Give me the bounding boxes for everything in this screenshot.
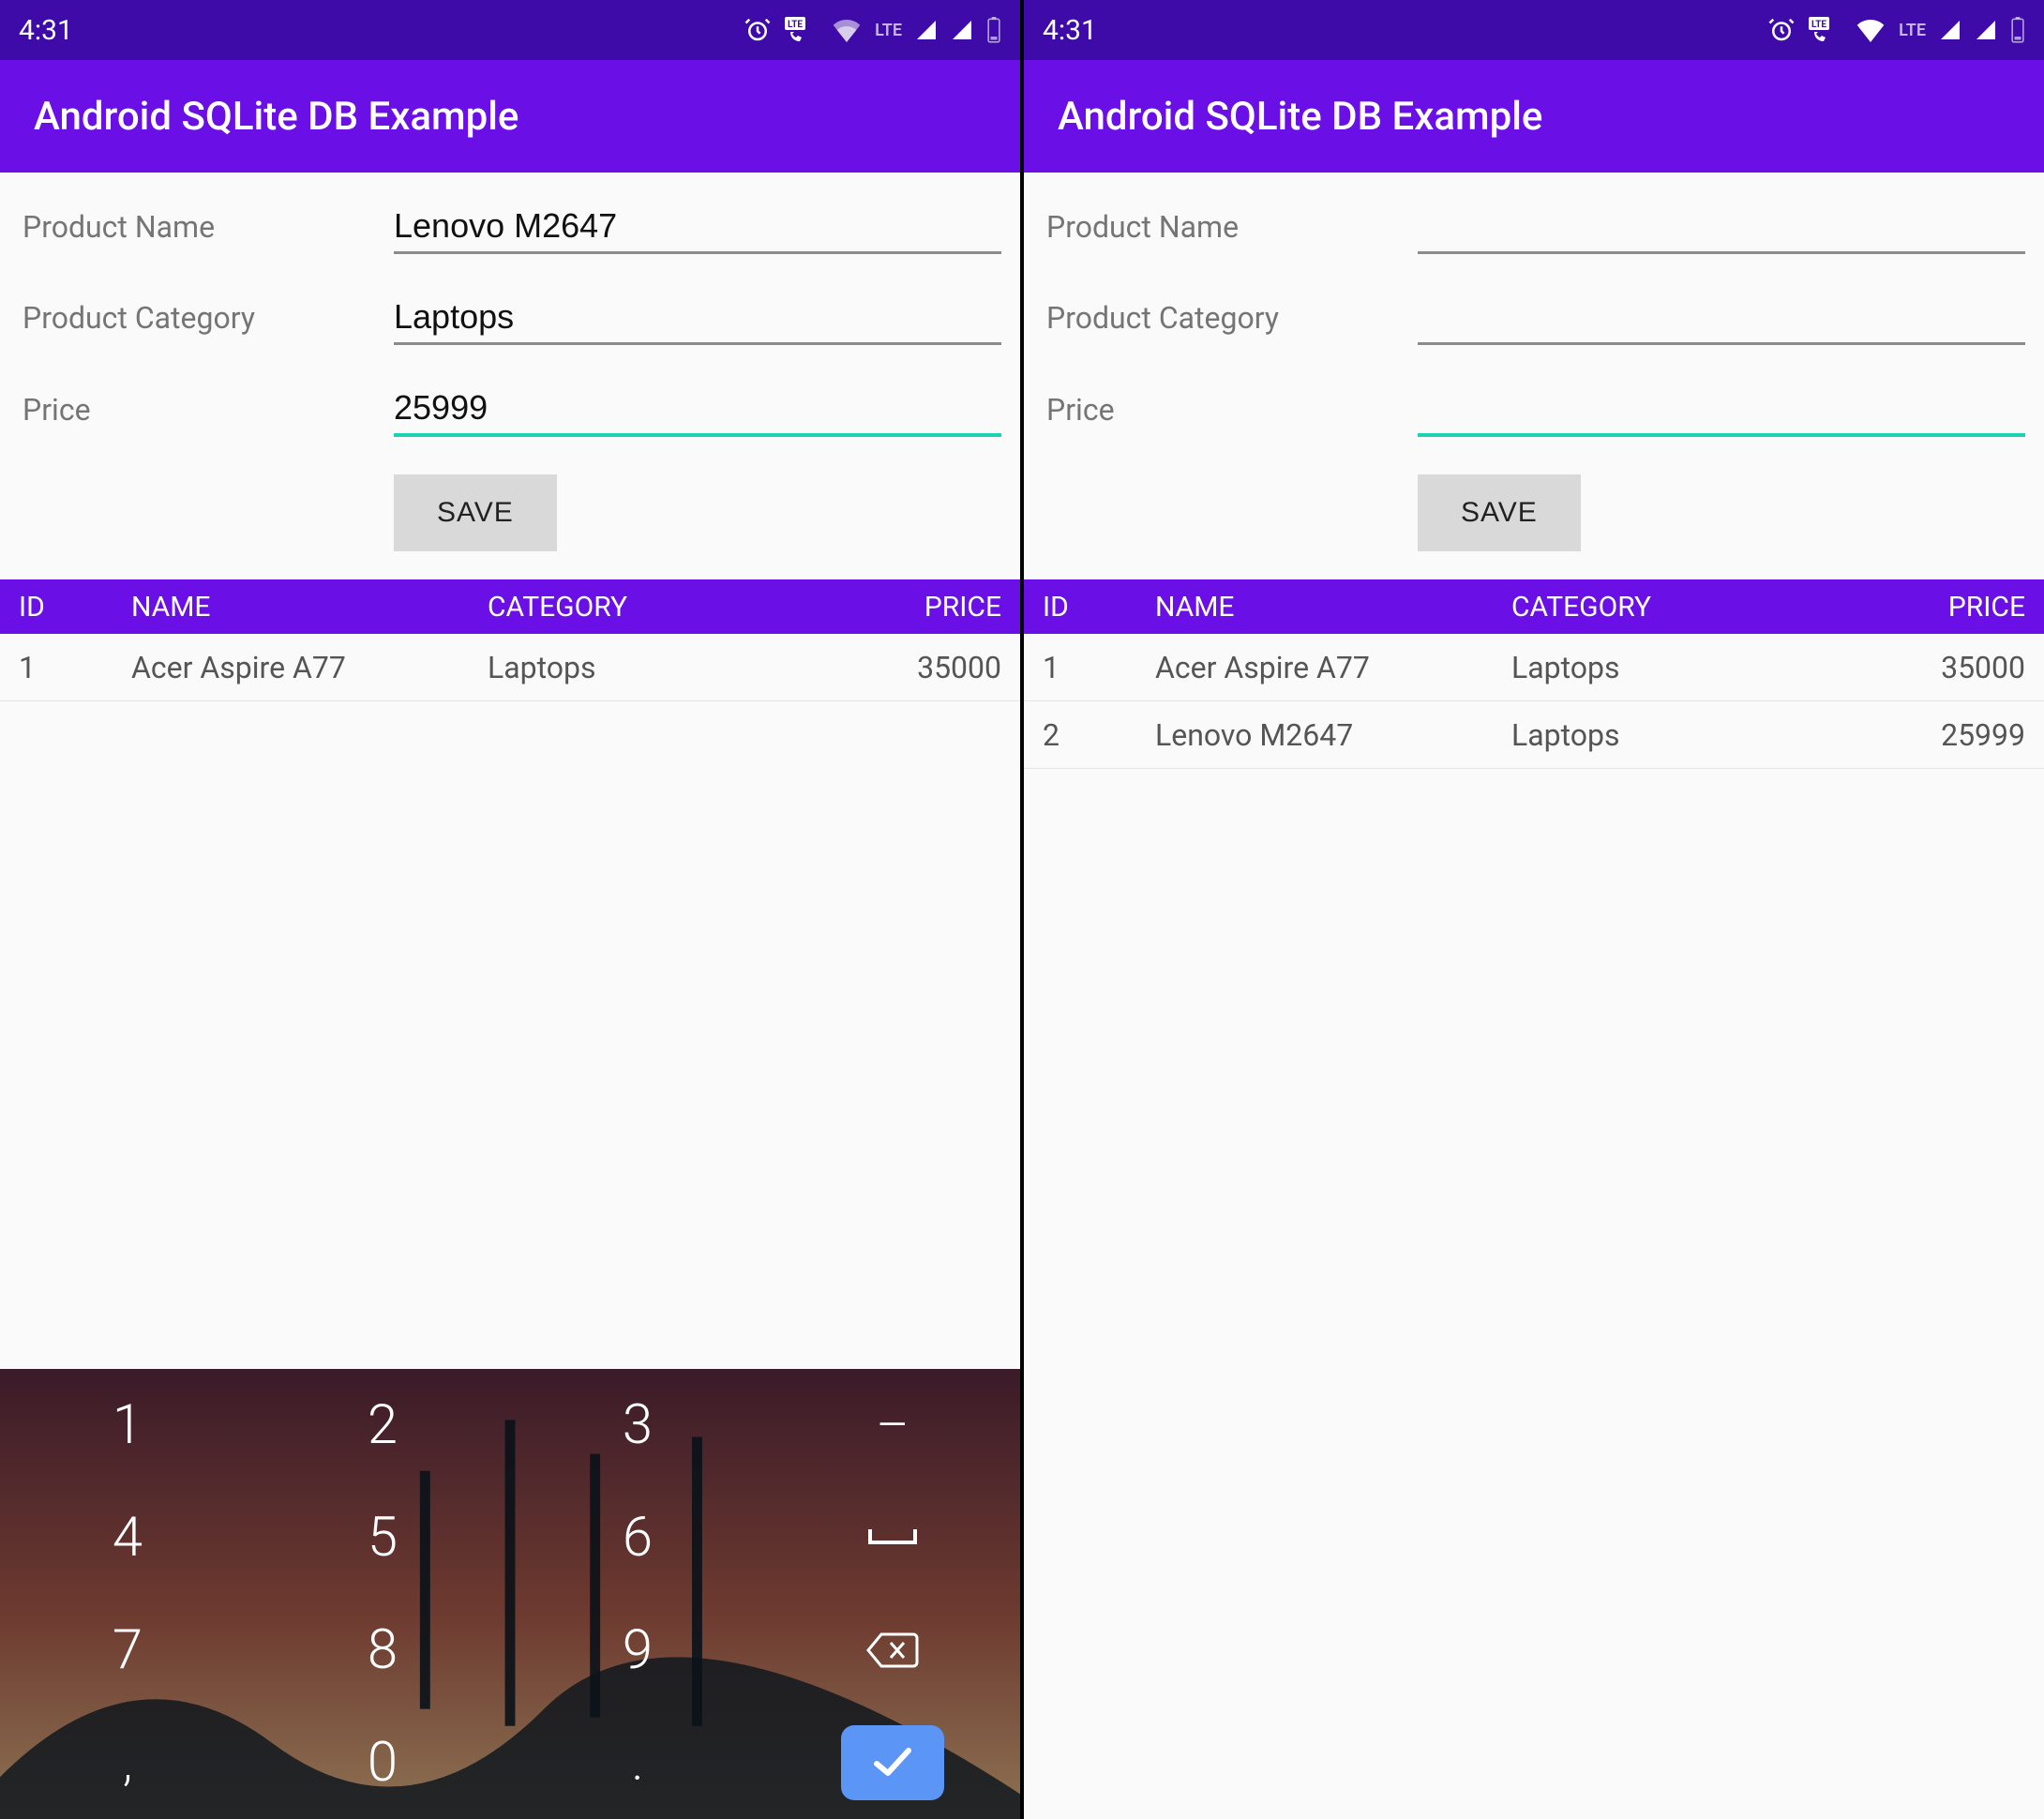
key-5[interactable]: 5 — [255, 1481, 510, 1594]
key-7[interactable]: 7 — [0, 1594, 255, 1706]
svg-text:LTE: LTE — [788, 20, 803, 30]
cell-price: 35000 — [851, 650, 1001, 685]
header-category: CATEGORY — [488, 591, 851, 624]
cell-name: Lenovo M2647 — [1155, 717, 1511, 753]
signal-icon-2 — [951, 19, 973, 41]
battery-icon — [986, 17, 1001, 43]
save-button[interactable]: SAVE — [394, 474, 557, 551]
header-name: NAME — [1155, 591, 1511, 624]
signal-icon-2 — [1975, 19, 1997, 41]
product-name-label: Product Name — [19, 209, 394, 254]
cell-category: Laptops — [488, 650, 851, 685]
product-name-input[interactable] — [1418, 201, 2025, 254]
app-title: Android SQLite DB Example — [1058, 94, 1542, 140]
key-0[interactable]: 0 — [255, 1706, 510, 1819]
header-id: ID — [19, 591, 131, 624]
table-header-row: ID NAME CATEGORY PRICE — [1024, 579, 2044, 634]
header-price: PRICE — [1875, 591, 2025, 624]
key-done[interactable] — [765, 1706, 1020, 1819]
backspace-icon — [864, 1631, 921, 1670]
price-label: Price — [1043, 392, 1418, 437]
app-title: Android SQLite DB Example — [34, 94, 519, 140]
lte-label: LTE — [1899, 21, 1926, 40]
price-input[interactable] — [1418, 383, 2025, 437]
key-minus[interactable]: – — [765, 1369, 1020, 1481]
status-icons: LTE LTE — [744, 16, 1001, 44]
cell-id: 2 — [1043, 717, 1155, 753]
battery-icon — [2010, 17, 2025, 43]
price-label: Price — [19, 392, 394, 437]
status-bar: 4:31 LTE LTE — [0, 0, 1020, 60]
header-name: NAME — [131, 591, 488, 624]
signal-icon-1 — [1939, 19, 1961, 41]
wifi-icon — [832, 18, 862, 42]
volte-icon: LTE — [1809, 17, 1842, 43]
product-category-input[interactable] — [1418, 292, 2025, 345]
key-1[interactable]: 1 — [0, 1369, 255, 1481]
cell-name: Acer Aspire A77 — [131, 650, 488, 685]
table-row[interactable]: 1 Acer Aspire A77 Laptops 35000 — [1024, 634, 2044, 701]
key-4[interactable]: 4 — [0, 1481, 255, 1594]
lte-label: LTE — [875, 21, 902, 40]
key-3[interactable]: 3 — [510, 1369, 765, 1481]
svg-text:LTE: LTE — [1811, 20, 1826, 30]
product-table: ID NAME CATEGORY PRICE 1 Acer Aspire A77… — [0, 579, 1020, 1369]
cell-category: Laptops — [1511, 717, 1875, 753]
alarm-icon — [1767, 16, 1796, 44]
form-area: Product Name Product Category Price SAVE — [1024, 173, 2044, 579]
cell-id: 1 — [19, 650, 131, 685]
table-row[interactable]: 1 Acer Aspire A77 Laptops 35000 — [0, 634, 1020, 701]
key-8[interactable]: 8 — [255, 1594, 510, 1706]
app-bar: Android SQLite DB Example — [1024, 60, 2044, 173]
key-space[interactable] — [765, 1481, 1020, 1594]
cell-category: Laptops — [1511, 650, 1875, 685]
key-6[interactable]: 6 — [510, 1481, 765, 1594]
key-9[interactable]: 9 — [510, 1594, 765, 1706]
price-input[interactable] — [394, 383, 1001, 437]
key-dot[interactable]: . — [510, 1706, 765, 1819]
numeric-keypad: 1 2 3 – 4 5 6 7 8 9 , 0 . — [0, 1369, 1020, 1819]
status-icons: LTE LTE — [1767, 16, 2025, 44]
volte-icon: LTE — [785, 17, 819, 43]
check-icon — [869, 1731, 916, 1795]
cell-price: 35000 — [1875, 650, 2025, 685]
product-table: ID NAME CATEGORY PRICE 1 Acer Aspire A77… — [1024, 579, 2044, 1819]
key-backspace[interactable] — [765, 1594, 1020, 1706]
phone-right: 4:31 LTE LTE Android SQLite DB Example P… — [1024, 0, 2044, 1819]
table-row[interactable]: 2 Lenovo M2647 Laptops 25999 — [1024, 701, 2044, 769]
header-category: CATEGORY — [1511, 591, 1875, 624]
wifi-icon — [1856, 18, 1886, 42]
status-time: 4:31 — [1043, 14, 1097, 47]
header-id: ID — [1043, 591, 1155, 624]
table-header-row: ID NAME CATEGORY PRICE — [0, 579, 1020, 634]
alarm-icon — [744, 16, 772, 44]
save-button[interactable]: SAVE — [1418, 474, 1581, 551]
cell-id: 1 — [1043, 650, 1155, 685]
product-category-label: Product Category — [1043, 300, 1418, 345]
app-bar: Android SQLite DB Example — [0, 60, 1020, 173]
phone-left: 4:31 LTE LTE Android SQLite DB Example P… — [0, 0, 1020, 1819]
product-category-label: Product Category — [19, 300, 394, 345]
cell-name: Acer Aspire A77 — [1155, 650, 1511, 685]
key-2[interactable]: 2 — [255, 1369, 510, 1481]
status-time: 4:31 — [19, 14, 73, 47]
space-icon — [864, 1524, 921, 1552]
cell-price: 25999 — [1875, 717, 2025, 753]
header-price: PRICE — [851, 591, 1001, 624]
form-area: Product Name Product Category Price SAVE — [0, 173, 1020, 579]
status-bar: 4:31 LTE LTE — [1024, 0, 2044, 60]
key-comma[interactable]: , — [0, 1706, 255, 1819]
product-name-label: Product Name — [1043, 209, 1418, 254]
product-category-input[interactable] — [394, 292, 1001, 345]
product-name-input[interactable] — [394, 201, 1001, 254]
signal-icon-1 — [915, 19, 938, 41]
